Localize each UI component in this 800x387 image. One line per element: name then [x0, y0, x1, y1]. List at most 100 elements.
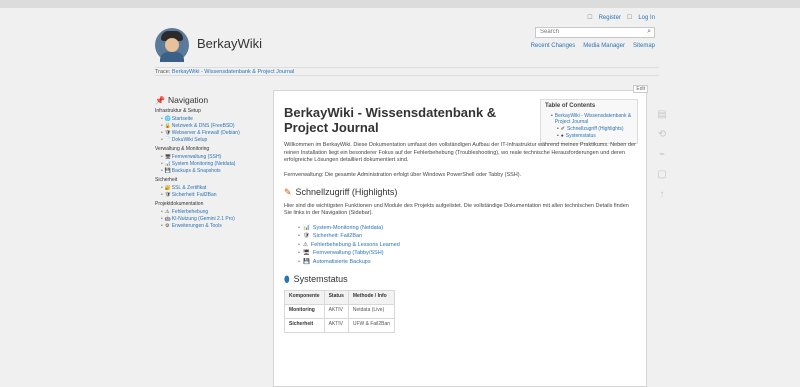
sidebar-item-link[interactable]: Sicherheit: Fail2Ban: [172, 192, 217, 198]
sitemap-link[interactable]: Sitemap: [633, 43, 655, 49]
sidebar: 📌 Navigation Infrastruktur & Setup • 🌐 Sta…: [155, 95, 260, 231]
table-header-row: Komponente Status Methode / Info: [284, 289, 396, 305]
shield-icon: 🛡: [164, 130, 172, 136]
sidebar-item[interactable]: • 🔐 SSL & Zertifikat: [161, 185, 260, 191]
page-tools: ▤ ⟲ ⌁ ▢ ↑: [654, 110, 670, 200]
status-shield-icon: ⬮: [284, 274, 290, 284]
table-cell: Sicherheit: [284, 317, 325, 333]
shield-icon: 🛡: [302, 233, 310, 239]
sidebar-item-link[interactable]: SSL & Zertifikat: [172, 185, 207, 191]
table-cell: AKTIV: [323, 317, 349, 333]
table-cell: Netdata (Live): [347, 303, 396, 319]
backlinks-icon[interactable]: ⌁: [659, 150, 665, 160]
site-name[interactable]: BerkayWiki: [197, 36, 262, 51]
sidebar-item[interactable]: • 🛡 Webserver & Firewall (Debian): [161, 130, 260, 136]
sidebar-item-link[interactable]: KI-Nutzung (Gemini 2.1 Pro): [172, 216, 235, 222]
back-to-top-icon[interactable]: ↑: [660, 190, 665, 200]
highlights-heading: ✎ Schnellzugriff (Highlights): [284, 187, 644, 197]
media-manager-link[interactable]: Media Manager: [583, 43, 625, 49]
site-logo[interactable]: [155, 28, 189, 62]
highlight-link[interactable]: Fehlerbehebung & Lessons Learned: [311, 242, 400, 250]
search-icon[interactable]: ⌕: [647, 28, 651, 36]
breadcrumb: Trace: BerkayWiki - Wissensdatenbank & P…: [155, 67, 659, 76]
document-icon: 📄: [164, 137, 171, 143]
sidebar-item[interactable]: • 🌐 Startseite: [161, 116, 260, 122]
page-title: BerkayWiki - Wissensdatenbank & Project …: [284, 105, 497, 135]
lock-icon: 🔒: [164, 123, 171, 129]
sidebar-title: 📌 Navigation: [155, 95, 260, 105]
sidebar-section-title: Sicherheit: [155, 177, 178, 183]
highlight-item[interactable]: • 📊 System-Monitoring (Netdata): [298, 225, 644, 233]
register-icon: ☐: [587, 15, 593, 21]
export-icon[interactable]: ▢: [657, 170, 666, 180]
source-icon[interactable]: ▤: [657, 110, 666, 120]
monitor-icon: 🖥: [302, 250, 310, 256]
sidebar-item[interactable]: • 📊 System Monitoring (Netdata): [161, 161, 260, 167]
sidebar-item[interactable]: • 📄 DokuWiki Setup: [161, 137, 260, 143]
sidebar-section-list: • 🔐 SSL & Zertifikat • 🛡 Sicherheit: Fail2Ba…: [161, 185, 260, 198]
monitor-icon: 🖥: [164, 154, 172, 160]
highlights-list: • 📊 System-Monitoring (Netdata) • 🛡 Sicherhe…: [298, 225, 644, 267]
edit-button[interactable]: Edit: [633, 85, 648, 93]
highlight-link[interactable]: Automatisierte Backups: [313, 259, 371, 267]
key-lock-icon: 🔐: [164, 185, 171, 191]
table-header: Komponente: [284, 289, 325, 305]
status-table: Komponente Status Methode / Info Monitor…: [284, 289, 396, 333]
register-link[interactable]: Register: [599, 15, 621, 21]
table-header: Status: [323, 289, 349, 305]
sidebar-item-link[interactable]: Fernverwaltung (SSH): [172, 154, 221, 160]
highlights-heading-text: Schnellzugriff (Highlights): [295, 187, 398, 197]
disk-icon: 💾: [302, 258, 310, 265]
user-links: ☐ Register ☐ Log In: [587, 14, 655, 22]
shield-icon: 🛡: [164, 192, 172, 198]
highlight-link[interactable]: System-Monitoring (Netdata): [313, 225, 383, 233]
sidebar-item-link[interactable]: DokuWiki Setup: [172, 137, 208, 143]
remote-paragraph: Fernverwaltung: Die gesamte Administrati…: [284, 171, 522, 178]
pen-icon: ✎: [284, 187, 292, 197]
table-row: Sicherheit AKTIV UFW & Fail2Ban: [284, 317, 396, 333]
highlight-link[interactable]: Sicherheit: Fail2Ban: [313, 233, 362, 241]
sidebar-item-link[interactable]: Erweiterungen & Tools: [172, 223, 222, 229]
sidebar-item[interactable]: • 🖥 Fernverwaltung (SSH): [161, 154, 260, 160]
logo-shirt: [160, 52, 184, 62]
globe-icon: 🌐: [164, 116, 171, 122]
sidebar-item-link[interactable]: Netzwerk & DNS (FreeBSD): [172, 123, 235, 129]
login-link[interactable]: Log In: [638, 15, 655, 21]
table-row: Monitoring AKTIV Netdata (Live): [284, 303, 396, 319]
highlight-item[interactable]: • 🛡 Sicherheit: Fail2Ban: [298, 233, 644, 241]
robot-icon: 🤖: [164, 216, 171, 222]
sidebar-item-link[interactable]: System Monitoring (Netdata): [172, 161, 236, 167]
pushpin-icon: 📌: [155, 95, 165, 105]
highlight-item[interactable]: • ⚠ Fehlerbehebung & Lessons Learned: [298, 242, 644, 250]
search-input[interactable]: [540, 29, 640, 35]
sidebar-item[interactable]: • 🛡 Sicherheit: Fail2Ban: [161, 192, 260, 198]
sidebar-title-label: Navigation: [167, 95, 209, 105]
chart-icon: 📊: [302, 224, 310, 231]
warning-icon: ⚠: [165, 209, 170, 215]
sidebar-item[interactable]: • 🔒 Netzwerk & DNS (FreeBSD): [161, 123, 260, 129]
sidebar-section-list: • 🌐 Startseite • 🔒 Netzwerk & DNS (FreeBSD) …: [161, 116, 260, 143]
sidebar-item-link[interactable]: Webserver & Firewall (Debian): [172, 130, 240, 136]
warning-icon: ⚠: [302, 241, 308, 248]
sidebar-item[interactable]: • 🤖 KI-Nutzung (Gemini 2.1 Pro): [161, 216, 260, 222]
login-icon: ☐: [626, 15, 633, 21]
breadcrumb-item[interactable]: BerkayWiki - Wissensdatenbank & Project …: [172, 69, 294, 75]
revisions-icon[interactable]: ⟲: [658, 130, 666, 140]
sidebar-item-link[interactable]: Backups & Snapshots: [172, 168, 221, 174]
highlight-link[interactable]: Fernverwaltung (Tabby/SSH): [313, 250, 384, 258]
search-box[interactable]: ⌕: [535, 27, 655, 38]
sidebar-item-link[interactable]: Startseite: [172, 116, 193, 122]
logo-face: [165, 38, 179, 52]
gear-icon: ⚙: [165, 223, 170, 229]
sidebar-item[interactable]: • ⚙ Erweiterungen & Tools: [161, 223, 260, 229]
highlight-item[interactable]: • 🖥 Fernverwaltung (Tabby/SSH): [298, 250, 644, 258]
sidebar-item[interactable]: • 💾 Backups & Snapshots: [161, 168, 260, 174]
highlight-item[interactable]: • 💾 Automatisierte Backups: [298, 259, 644, 267]
sidebar-section-title: Projektdokumentation: [155, 201, 204, 207]
sidebar-item-link[interactable]: Fehlerbehebung: [172, 209, 208, 215]
chart-icon: 📊: [164, 161, 171, 167]
sidebar-item[interactable]: • ⚠ Fehlerbehebung: [161, 209, 260, 215]
recent-changes-link[interactable]: Recent Changes: [531, 43, 576, 49]
top-bar: [0, 0, 800, 8]
highlights-intro: Hier sind die wichtigsten Funktionen und…: [284, 202, 629, 217]
